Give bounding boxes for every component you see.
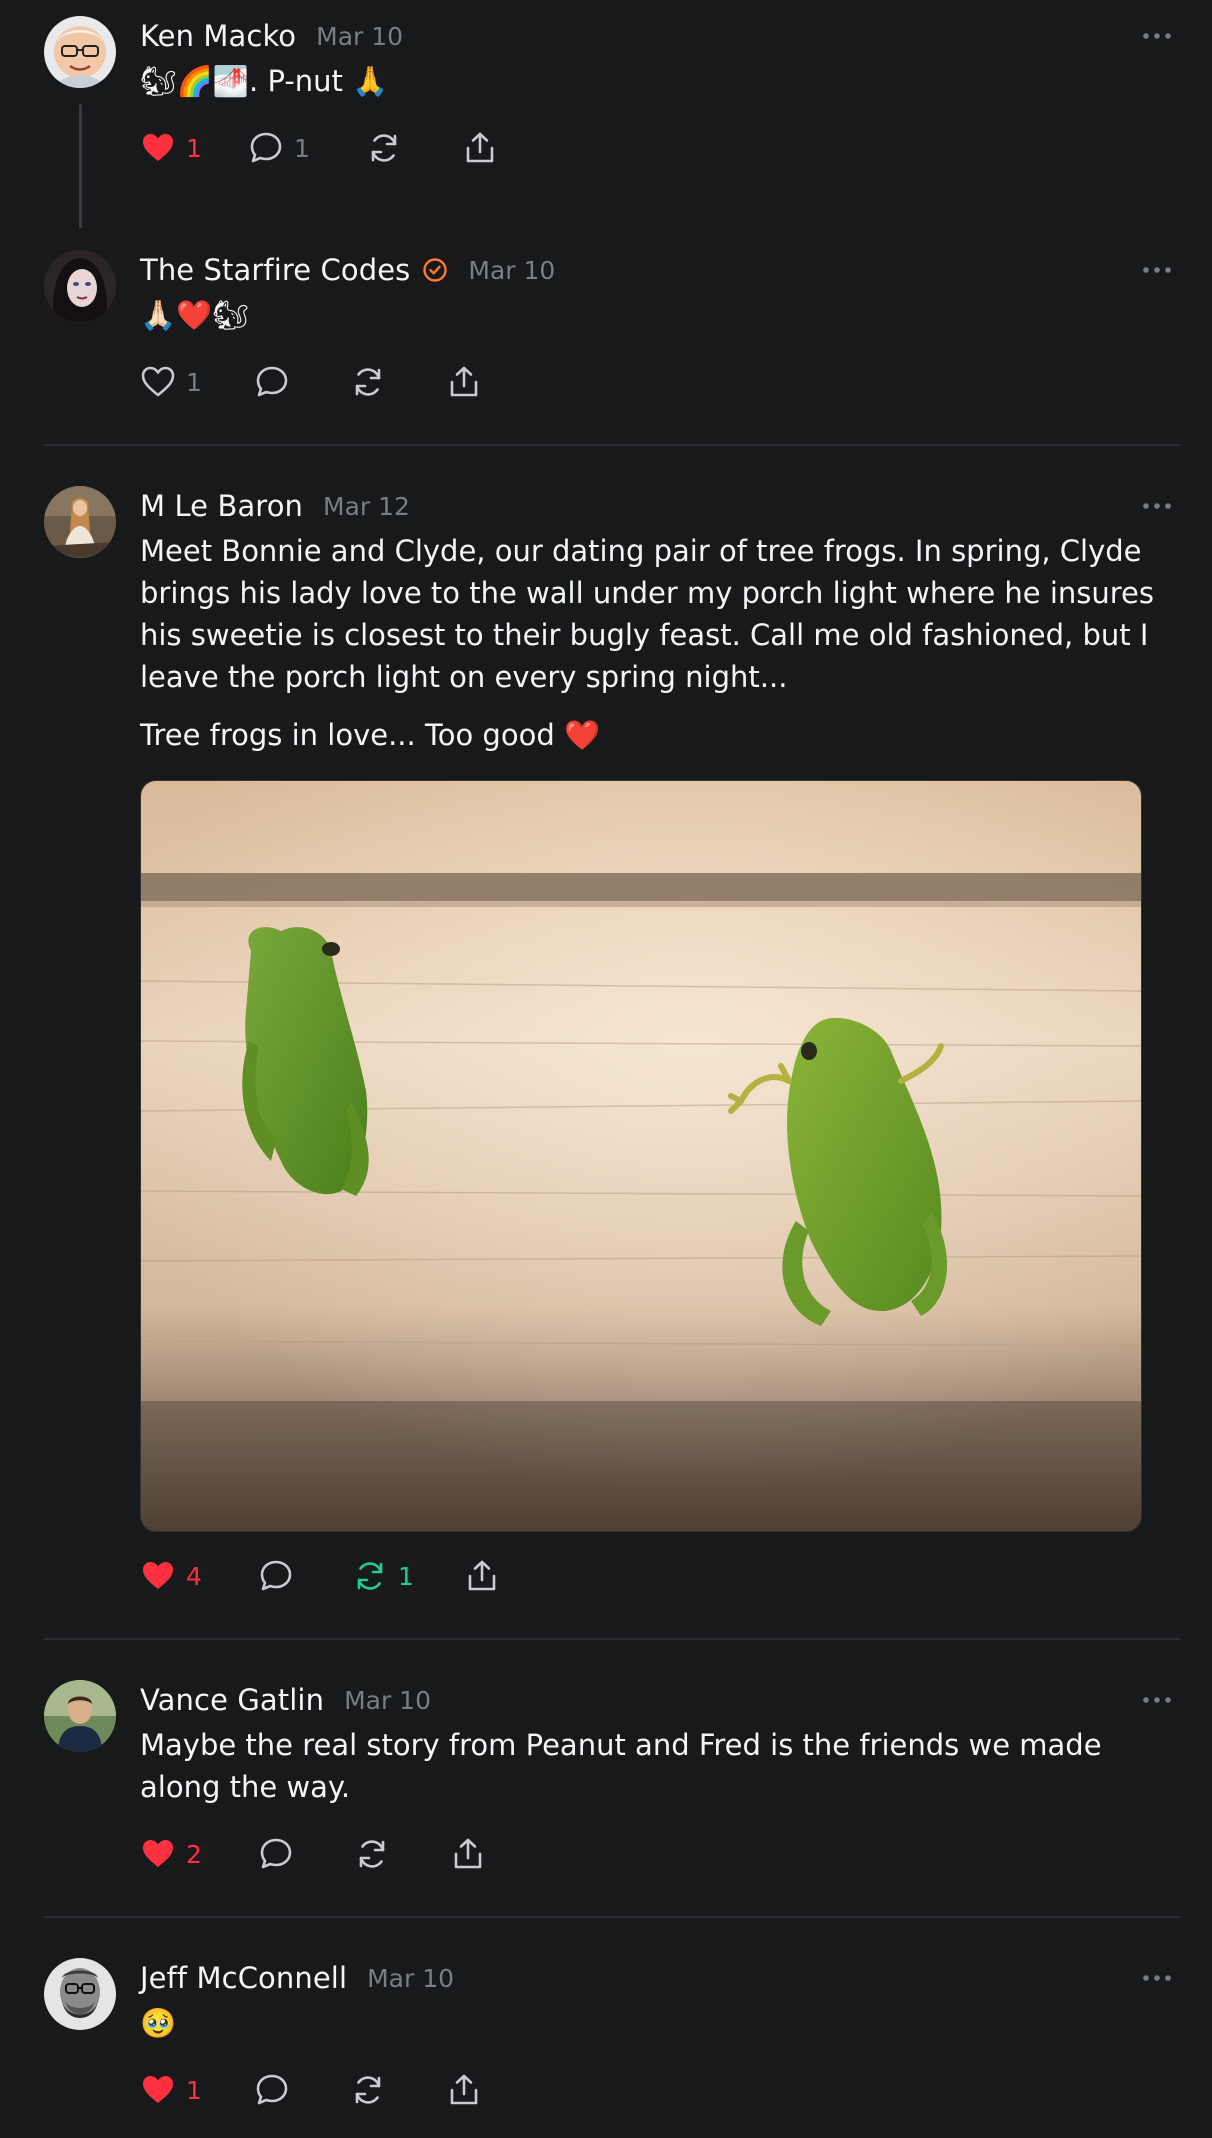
post-text: 🥹 [140,2002,1168,2044]
share-button[interactable] [446,2072,482,2108]
action-bar: 2 [140,1834,1168,1874]
post-header: Ken Macko Mar 10 [140,16,1168,56]
like-count: 1 [186,367,202,397]
repost-icon [366,130,402,166]
like-count: 2 [186,1839,202,1869]
more-icon[interactable] [1142,1973,1172,1983]
post-body-2: Tree frogs in love... Too good ❤️ [140,718,601,752]
post-photo-tree-frogs[interactable] [140,780,1142,1532]
post-body: Meet Bonnie and Clyde, our dating pair o… [140,534,1155,694]
post-header: Jeff McConnell Mar 10 [140,1958,1168,1998]
post-header: Vance Gatlin Mar 10 [140,1680,1168,1720]
post-header: The Starfire Codes Mar 10 [140,250,1168,290]
repost-icon [350,2072,386,2108]
comment-icon [258,1558,294,1594]
heart-icon [140,1558,176,1594]
post-text: Maybe the real story from Peanut and Fre… [140,1724,1140,1808]
comment-icon [254,364,290,400]
post-text: 🐿🌈🌁. P-nut 🙏 [140,60,1168,102]
author-name[interactable]: Jeff McConnell [140,1961,347,1995]
share-button[interactable] [450,1836,486,1872]
repost-button[interactable] [350,364,446,400]
more-icon[interactable] [1142,1695,1172,1705]
reply-button[interactable] [254,364,350,400]
post-divider [44,1916,1180,1918]
author-name[interactable]: The Starfire Codes [140,253,410,287]
post-divider [44,1638,1180,1640]
post-body: 🙏🏻❤️🐿 [140,298,250,332]
share-icon [446,2072,482,2108]
avatar[interactable] [44,1680,116,1752]
post-divider [44,444,1180,446]
more-icon[interactable] [1142,265,1172,275]
repost-button[interactable] [366,130,462,166]
like-count: 1 [186,133,202,163]
heart-icon [140,2072,176,2108]
post-body: 🐿🌈🌁. P-nut 🙏 [140,64,389,98]
share-icon [446,364,482,400]
heart-icon [140,130,176,166]
like-count: 4 [186,1561,202,1591]
repost-button[interactable]: 1 [352,1558,464,1594]
post-text: Meet Bonnie and Clyde, our dating pair o… [140,530,1180,756]
share-icon [462,130,498,166]
post-date[interactable]: Mar 12 [323,492,410,521]
post-starfire-codes: The Starfire Codes Mar 10 🙏🏻❤️🐿 1 [0,250,1212,402]
like-button[interactable]: 2 [140,1836,258,1872]
reply-button[interactable] [254,2072,350,2108]
comment-icon [248,130,284,166]
repost-button[interactable] [350,2072,446,2108]
like-count: 1 [186,2075,202,2105]
more-icon[interactable] [1142,31,1172,41]
post-body: 🥹 [140,2006,177,2040]
action-bar: 1 1 [140,128,1168,168]
post-body: Maybe the real story from Peanut and Fre… [140,1728,1102,1804]
reply-button[interactable] [258,1836,354,1872]
comment-icon [258,1836,294,1872]
post-date[interactable]: Mar 10 [316,22,403,51]
post-m-le-baron: M Le Baron Mar 12 Meet Bonnie and Clyde,… [0,486,1212,1596]
avatar[interactable] [44,16,116,88]
author-name[interactable]: Ken Macko [140,19,296,53]
action-bar: 4 1 [140,1556,1168,1596]
share-button[interactable] [464,1558,500,1594]
share-icon [450,1836,486,1872]
heart-icon [140,1836,176,1872]
post-header: M Le Baron Mar 12 [140,486,1168,526]
repost-icon [354,1836,390,1872]
thread-line [79,104,82,228]
like-button[interactable]: 1 [140,130,248,166]
post-date[interactable]: Mar 10 [367,1964,454,1993]
avatar[interactable] [44,1958,116,2030]
post-ken-macko: Ken Macko Mar 10 🐿🌈🌁. P-nut 🙏 1 1 [0,16,1212,228]
repost-count: 1 [398,1561,414,1591]
heart-icon [140,364,176,400]
post-date[interactable]: Mar 10 [468,256,555,285]
author-name[interactable]: M Le Baron [140,489,303,523]
post-vance-gatlin: Vance Gatlin Mar 10 Maybe the real story… [0,1680,1212,1874]
reply-button[interactable]: 1 [248,130,366,166]
avatar[interactable] [44,250,116,322]
like-button[interactable]: 4 [140,1558,258,1594]
post-date[interactable]: Mar 10 [344,1686,431,1715]
reply-count: 1 [294,133,310,163]
more-icon[interactable] [1142,501,1172,511]
share-button[interactable] [462,130,498,166]
comment-icon [254,2072,290,2108]
avatar[interactable] [44,486,116,558]
repost-button[interactable] [354,1836,450,1872]
action-bar: 1 [140,2070,1168,2110]
author-name[interactable]: Vance Gatlin [140,1683,324,1717]
share-icon [464,1558,500,1594]
repost-icon [350,364,386,400]
share-button[interactable] [446,364,482,400]
repost-icon [352,1558,388,1594]
like-button[interactable]: 1 [140,364,254,400]
reply-button[interactable] [258,1558,352,1594]
like-button[interactable]: 1 [140,2072,254,2108]
action-bar: 1 [140,362,1168,402]
post-jeff-mcconnell: Jeff McConnell Mar 10 🥹 1 [0,1958,1212,2110]
verified-icon [423,258,448,282]
post-text: 🙏🏻❤️🐿 [140,294,1168,336]
